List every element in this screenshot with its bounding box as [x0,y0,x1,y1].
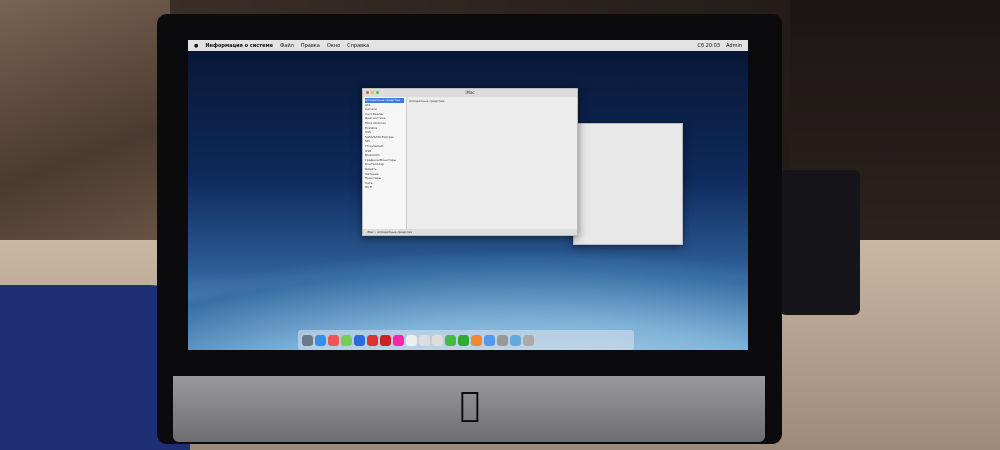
dock [298,330,634,350]
dock-app-icon[interactable] [302,334,313,346]
background-window[interactable] [573,123,683,245]
speaker-stand [780,170,860,315]
user-menu[interactable]: Admin [726,43,742,49]
info-content: Аппаратные средства: [409,99,575,103]
menubar: ● Информация о системе Файл Правка Окно … [188,40,748,51]
section-title: Аппаратные средства: [409,99,445,103]
dock-app-icon[interactable] [315,334,326,346]
dock-app-icon[interactable] [354,334,365,346]
sidebar-item[interactable]: Wi-Fi [365,185,404,190]
dock-app-icon[interactable] [393,334,404,346]
menu-window[interactable]: Окно [327,43,340,49]
window-title: iMac [465,90,475,95]
system-info-window[interactable]: iMac Аппаратные средства ATA Camera Card Re… [362,88,578,236]
dock-app-icon[interactable] [380,334,391,346]
app-menu[interactable]: Информация о системе [205,43,273,49]
menu-file[interactable]: Файл [280,43,294,49]
minimize-icon[interactable] [371,91,374,94]
dock-app-icon[interactable] [445,334,456,346]
dock-app-icon[interactable] [484,334,495,346]
dock-app-icon[interactable] [341,334,352,346]
window-titlebar[interactable]: iMac [363,89,577,97]
menu-edit[interactable]: Правка [301,43,320,49]
dock-app-icon[interactable] [419,334,430,346]
dock-app-icon[interactable] [406,334,417,346]
dock-app-icon[interactable] [510,334,521,346]
sidebar[interactable]: Аппаратные средства ATA Camera Card Reader Д… [363,97,407,229]
dock-app-icon[interactable] [471,334,482,346]
screen: ● Информация о системе Файл Правка Окно … [188,40,748,350]
apple-logo-icon:  [455,388,485,422]
floor-background [0,0,170,250]
dock-app-icon[interactable] [497,334,508,346]
apple-menu-icon[interactable]: ● [194,43,198,49]
dock-app-icon[interactable] [523,334,534,346]
dock-app-icon[interactable] [328,334,339,346]
clock[interactable]: Сб 20:03 [697,43,720,49]
status-path: iMac › Аппаратные средства [363,229,577,235]
dock-app-icon[interactable] [458,334,469,346]
sidebar-item[interactable]: Аппаратные средства [365,98,404,103]
close-icon[interactable] [366,91,369,94]
dock-app-icon[interactable] [367,334,378,346]
dock-app-icon[interactable] [432,334,443,346]
zoom-icon[interactable] [376,91,379,94]
menu-help[interactable]: Справка [347,43,369,49]
